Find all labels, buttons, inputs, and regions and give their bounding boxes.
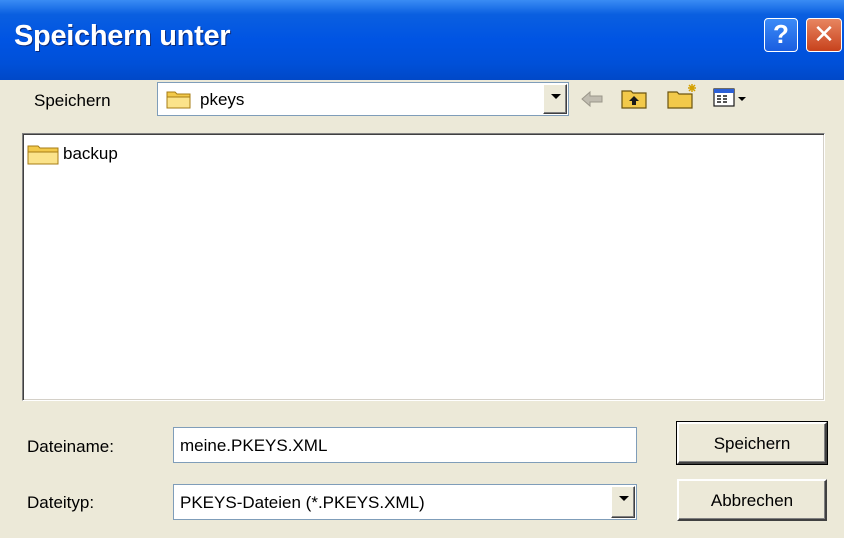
filetype-dropdown[interactable]: PKEYS-Dateien (*.PKEYS.XML) bbox=[173, 484, 637, 520]
save-in-value: pkeys bbox=[200, 90, 245, 109]
save-in-dropdown-button[interactable] bbox=[543, 84, 567, 114]
new-folder-icon[interactable] bbox=[666, 82, 700, 110]
list-item-label: backup bbox=[63, 144, 118, 163]
filetype-dropdown-button[interactable] bbox=[611, 486, 635, 518]
view-menu-icon[interactable] bbox=[712, 86, 748, 110]
save-in-dropdown[interactable]: pkeys bbox=[157, 82, 569, 116]
help-button[interactable]: ? bbox=[764, 18, 798, 52]
filetype-label: Dateityp: bbox=[27, 493, 95, 512]
up-folder-icon[interactable] bbox=[620, 86, 648, 110]
filename-value: meine.PKEYS.XML bbox=[180, 436, 328, 455]
close-button[interactable]: ✕ bbox=[806, 18, 842, 52]
save-in-label: Speichern bbox=[34, 91, 111, 110]
folder-icon bbox=[27, 145, 59, 165]
title-bar[interactable]: Speichern unter ? ✕ bbox=[0, 0, 844, 80]
filename-label: Dateiname: bbox=[27, 437, 114, 456]
back-arrow-icon[interactable] bbox=[580, 90, 604, 108]
save-as-dialog: Speichern unter ? ✕ Speichern pkeys back… bbox=[0, 0, 844, 538]
close-icon: ✕ bbox=[813, 19, 835, 49]
folder-icon bbox=[166, 91, 191, 109]
list-item[interactable]: backup bbox=[27, 142, 118, 166]
file-list[interactable]: backup bbox=[22, 133, 825, 401]
filename-field[interactable]: meine.PKEYS.XML bbox=[173, 427, 637, 463]
help-icon: ? bbox=[773, 19, 789, 49]
cancel-button[interactable]: Abbrechen bbox=[677, 479, 827, 521]
dialog-title: Speichern unter bbox=[14, 20, 231, 52]
filetype-value: PKEYS-Dateien (*.PKEYS.XML) bbox=[180, 493, 425, 512]
save-button[interactable]: Speichern bbox=[676, 421, 828, 465]
